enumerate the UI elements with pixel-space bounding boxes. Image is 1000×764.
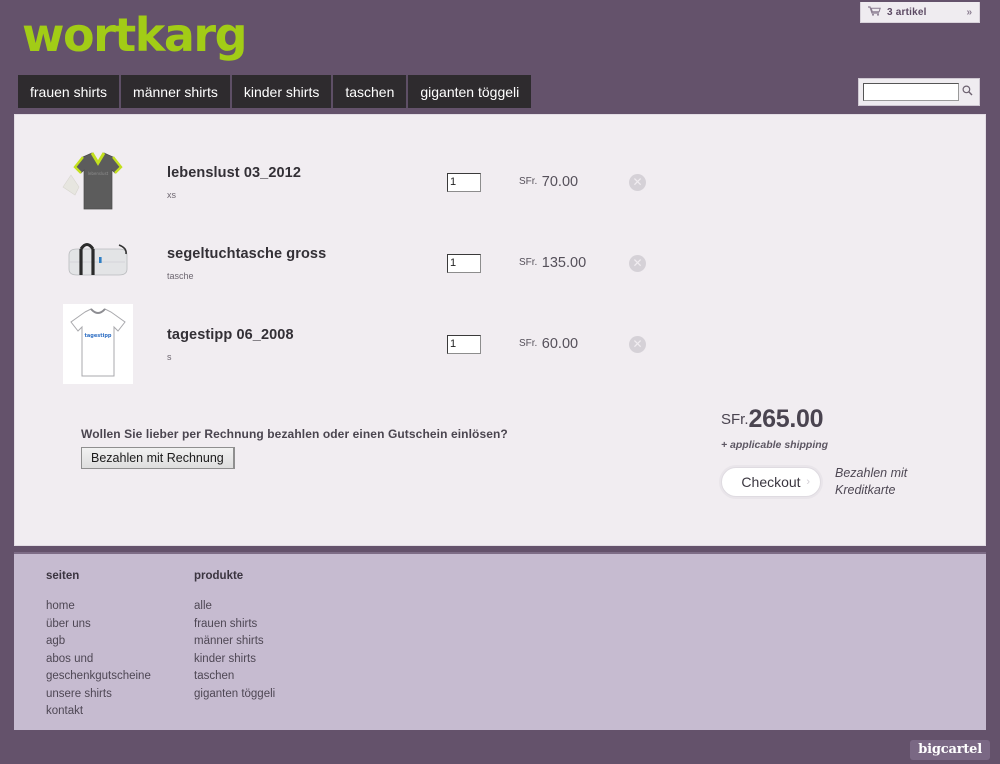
product-title[interactable]: segeltuchtasche gross — [167, 246, 447, 262]
footer-link-alle[interactable]: alle — [194, 600, 275, 612]
order-totals-block: SFr.265.00 + applicable shipping Checkou… — [623, 405, 923, 499]
product-price: SFr. 60.00 — [519, 335, 629, 353]
quantity-cell — [447, 253, 519, 273]
price-amount: 70.00 — [541, 174, 579, 190]
product-thumbnail[interactable] — [37, 235, 159, 291]
remove-item-icon[interactable]: ✕ — [629, 254, 646, 272]
product-title[interactable]: lebenslust 03_2012 — [167, 165, 447, 181]
quantity-input[interactable] — [447, 253, 481, 273]
product-price: SFr. 135.00 — [519, 254, 629, 272]
search-input[interactable] — [863, 83, 959, 101]
remove-item-icon[interactable]: ✕ — [629, 335, 646, 353]
nav-item-giganten-toeggeli[interactable]: giganten töggeli — [408, 75, 531, 108]
cart-panel: lebenslust lebenslust 03_2012 xs SFr. 70… — [14, 114, 986, 546]
main-navigation: frauen shirts männer shirts kinder shirt… — [18, 75, 532, 108]
total-currency-label: SFr. — [721, 411, 749, 428]
product-variant: xs — [167, 189, 176, 200]
product-thumbnail[interactable]: lebenslust — [37, 143, 159, 221]
checkout-button[interactable]: Checkout › — [721, 467, 821, 497]
product-title[interactable]: tagestipp 06_2008 — [167, 327, 447, 343]
checkout-button-label: Checkout — [741, 474, 801, 490]
white-duffel-bag-icon — [59, 235, 137, 291]
cart-row: segeltuchtasche gross tasche SFr. 135.00… — [15, 222, 985, 304]
site-logo[interactable]: wortkarg — [22, 12, 248, 58]
footer-column-seiten: seiten home über uns agb abos und gesche… — [46, 570, 151, 723]
cart-row: tagestipp tagestipp 06_2008 s SFr. 60.00… — [15, 303, 985, 385]
chevron-right-icon: › — [806, 476, 810, 488]
product-info: tagestipp 06_2008 s — [167, 327, 447, 362]
footer-link-abos-und[interactable]: abos und — [46, 653, 151, 665]
product-variant: tasche — [167, 270, 194, 281]
quantity-cell — [447, 172, 519, 192]
product-info: lebenslust 03_2012 xs — [167, 165, 447, 200]
footer-column-produkte: produkte alle frauen shirts männer shirt… — [194, 570, 275, 705]
footer-link-taschen[interactable]: taschen — [194, 670, 275, 682]
quantity-cell — [447, 334, 519, 354]
shopping-cart-icon — [868, 5, 881, 19]
footer-link-frauen-shirts[interactable]: frauen shirts — [194, 618, 275, 630]
site-footer: seiten home über uns agb abos und gesche… — [14, 552, 986, 730]
cart-row: lebenslust lebenslust 03_2012 xs SFr. 70… — [15, 141, 985, 223]
price-amount: 135.00 — [541, 255, 587, 271]
footer-link-ueber-uns[interactable]: über uns — [46, 618, 151, 630]
checkout-area: Checkout › Bezahlen mit Kreditkarte — [623, 465, 923, 499]
pay-by-invoice-button[interactable]: Bezahlen mit Rechnung — [81, 447, 235, 469]
footer-heading: seiten — [46, 570, 80, 582]
footer-link-home[interactable]: home — [46, 600, 151, 612]
dark-grey-vneck-shirt-icon: lebenslust — [59, 143, 137, 221]
currency-label: SFr. — [519, 338, 538, 349]
footer-link-kinder-shirts[interactable]: kinder shirts — [194, 653, 275, 665]
search-container — [858, 78, 980, 106]
footer-link-maenner-shirts[interactable]: männer shirts — [194, 635, 275, 647]
product-variant: s — [167, 351, 172, 362]
svg-text:lebenslust: lebenslust — [88, 171, 109, 176]
shipping-note: + applicable shipping — [721, 439, 829, 451]
product-info: segeltuchtasche gross tasche — [167, 246, 447, 281]
checkout-payment-note: Bezahlen mit Kreditkarte — [835, 466, 908, 497]
footer-link-kontakt[interactable]: kontakt — [46, 705, 151, 717]
currency-label: SFr. — [519, 257, 538, 268]
nav-item-kinder-shirts[interactable]: kinder shirts — [232, 75, 334, 108]
currency-label: SFr. — [519, 176, 538, 187]
invoice-question-text: Wollen Sie lieber per Rechnung bezahlen … — [81, 427, 508, 441]
product-price: SFr. 70.00 — [519, 173, 629, 191]
nav-item-frauen-shirts[interactable]: frauen shirts — [18, 75, 122, 108]
white-tshirt-icon: tagestipp — [63, 304, 133, 384]
total-amount-value: 265.00 — [748, 405, 824, 433]
footer-link-giganten-toeggeli[interactable]: giganten töggeli — [194, 688, 275, 700]
remove-item-icon[interactable]: ✕ — [629, 173, 646, 191]
price-amount: 60.00 — [541, 336, 579, 352]
order-total: SFr.265.00 — [623, 405, 923, 434]
cart-summary-bar[interactable]: 3 artikel » — [860, 2, 980, 23]
svg-text:tagestipp: tagestipp — [85, 333, 112, 339]
quantity-input[interactable] — [447, 172, 481, 192]
cart-expand-icon[interactable]: » — [966, 7, 972, 18]
nav-item-taschen[interactable]: taschen — [333, 75, 409, 108]
footer-link-geschenkgutscheine[interactable]: geschenkgutscheine — [46, 670, 151, 682]
invoice-payment-block: Wollen Sie lieber per Rechnung bezahlen … — [81, 427, 508, 469]
search-icon[interactable] — [959, 85, 975, 99]
footer-heading: produkte — [194, 570, 244, 582]
footer-link-unsere-shirts[interactable]: unsere shirts — [46, 688, 151, 700]
quantity-input[interactable] — [447, 334, 481, 354]
product-thumbnail[interactable]: tagestipp — [37, 304, 159, 384]
nav-item-maenner-shirts[interactable]: männer shirts — [121, 75, 232, 108]
footer-link-agb[interactable]: agb — [46, 635, 151, 647]
bigcartel-badge[interactable]: bigcartel — [910, 740, 990, 760]
cart-item-count: 3 artikel — [887, 6, 927, 18]
